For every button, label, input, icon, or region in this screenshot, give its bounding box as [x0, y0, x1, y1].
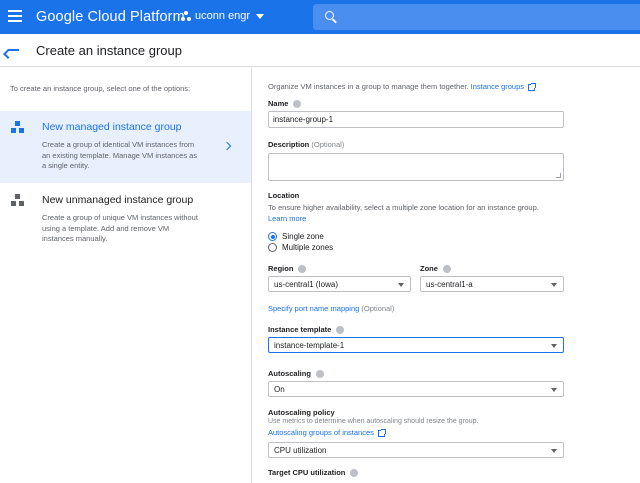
instance-template-label-text: Instance template — [268, 325, 332, 334]
autoscaling-label-text: Autoscaling — [268, 369, 311, 378]
options-intro: To create an instance group, select one … — [10, 84, 191, 93]
description-optional: (Optional) — [311, 140, 345, 149]
autoscaling-groups-link-row: Autoscaling groups of instances — [268, 428, 386, 437]
description-field[interactable] — [268, 153, 564, 181]
radio-unchecked-icon — [268, 243, 277, 252]
port-mapping-row: Specify port name mapping (Optional) — [268, 304, 394, 313]
option-description: Create a group of identical VM instances… — [42, 140, 198, 170]
help-icon[interactable] — [315, 370, 324, 379]
form-intro-text: Organize VM instances in a group to mana… — [268, 82, 469, 91]
caret-down-icon — [256, 13, 265, 19]
dropdown-arrow-icon — [551, 388, 557, 392]
name-label-text: Name — [268, 99, 289, 108]
help-icon[interactable] — [350, 469, 359, 478]
help-icon[interactable] — [442, 265, 451, 274]
help-icon[interactable] — [293, 100, 302, 109]
port-mapping-optional: (Optional) — [361, 304, 395, 313]
project-icon — [181, 11, 191, 21]
external-link-icon — [528, 82, 537, 91]
autoscaling-groups-link[interactable]: Autoscaling groups of instances — [268, 428, 374, 437]
page-title: Create an instance group — [36, 43, 182, 58]
zone-label-text: Zone — [420, 264, 438, 273]
target-cpu-label-text: Target CPU utilization — [268, 468, 346, 477]
chevron-right-icon — [222, 141, 232, 151]
zone-label: Zone — [420, 264, 451, 274]
autoscaling-label: Autoscaling — [268, 369, 324, 379]
location-help: To ensure higher availability, select a … — [268, 203, 539, 212]
external-link-icon — [377, 428, 386, 437]
dropdown-arrow-icon — [551, 449, 557, 453]
autoscaling-policy-select[interactable]: CPU utilization — [268, 442, 564, 458]
group-type-panel: To create an instance group, select one … — [0, 68, 252, 483]
autoscaling-select[interactable]: On — [268, 381, 564, 397]
instance-template-label: Instance template — [268, 325, 345, 335]
dropdown-arrow-icon — [551, 283, 557, 287]
description-label-text: Description — [268, 140, 310, 149]
option-title: New managed instance group — [42, 121, 182, 133]
top-app-bar: Google Cloud Platform uconn engr — [0, 0, 640, 34]
resize-handle-icon[interactable] — [556, 173, 561, 178]
instance-group-form: Organize VM instances in a group to mana… — [252, 68, 640, 483]
instance-groups-link[interactable]: Instance groups — [471, 82, 524, 91]
location-label: Location — [268, 191, 300, 200]
learn-more-link[interactable]: Learn more — [268, 214, 306, 223]
option-description: Create a group of unique VM instances wi… — [42, 213, 198, 243]
port-mapping-link[interactable]: Specify port name mapping — [268, 304, 359, 313]
instance-group-icon — [11, 194, 25, 208]
help-icon[interactable] — [336, 326, 345, 335]
option-title: New unmanaged instance group — [42, 194, 194, 206]
page-header: Create an instance group — [0, 34, 640, 67]
project-name: uconn engr — [195, 10, 251, 22]
dropdown-arrow-icon — [398, 283, 404, 287]
option-unmanaged-group[interactable]: New unmanaged instance group Create a gr… — [0, 184, 251, 256]
radio-checked-icon — [268, 232, 277, 241]
autoscaling-policy-help: Use metrics to determine when autoscalin… — [268, 418, 479, 425]
instance-template-value: instance-template-1 — [274, 340, 345, 350]
name-label: Name — [268, 99, 302, 109]
help-icon[interactable] — [298, 265, 307, 274]
single-zone-radio[interactable]: Single zone — [268, 232, 324, 241]
multiple-zones-radio[interactable]: Multiple zones — [268, 243, 333, 252]
autoscaling-policy-value: CPU utilization — [274, 445, 327, 455]
brand-title[interactable]: Google Cloud Platform — [36, 9, 185, 25]
region-label-text: Region — [268, 264, 294, 273]
search-icon — [325, 11, 334, 20]
zone-select[interactable]: us-central1-a — [420, 276, 564, 292]
project-selector[interactable]: uconn engr — [181, 10, 265, 22]
autoscaling-policy-label: Autoscaling policy — [268, 408, 335, 417]
region-value: us-central1 (Iowa) — [274, 279, 339, 289]
autoscaling-value: On — [274, 384, 285, 394]
form-intro: Organize VM instances in a group to mana… — [268, 82, 537, 91]
menu-icon[interactable] — [8, 10, 22, 22]
single-zone-label: Single zone — [282, 232, 324, 241]
region-label: Region — [268, 264, 307, 274]
name-value: instance-group-1 — [273, 115, 334, 124]
target-cpu-label: Target CPU utilization — [268, 468, 359, 478]
instance-group-icon — [11, 121, 25, 135]
search-input[interactable] — [313, 4, 640, 30]
region-select[interactable]: us-central1 (Iowa) — [268, 276, 411, 292]
option-managed-group[interactable]: New managed instance group Create a grou… — [0, 111, 251, 183]
name-field[interactable]: instance-group-1 — [268, 111, 564, 128]
back-arrow-icon[interactable] — [3, 44, 19, 59]
description-label: Description (Optional) — [268, 140, 344, 149]
zone-value: us-central1-a — [426, 279, 473, 289]
multiple-zones-label: Multiple zones — [282, 243, 334, 252]
instance-template-select[interactable]: instance-template-1 — [268, 337, 564, 353]
dropdown-arrow-icon — [551, 344, 557, 348]
